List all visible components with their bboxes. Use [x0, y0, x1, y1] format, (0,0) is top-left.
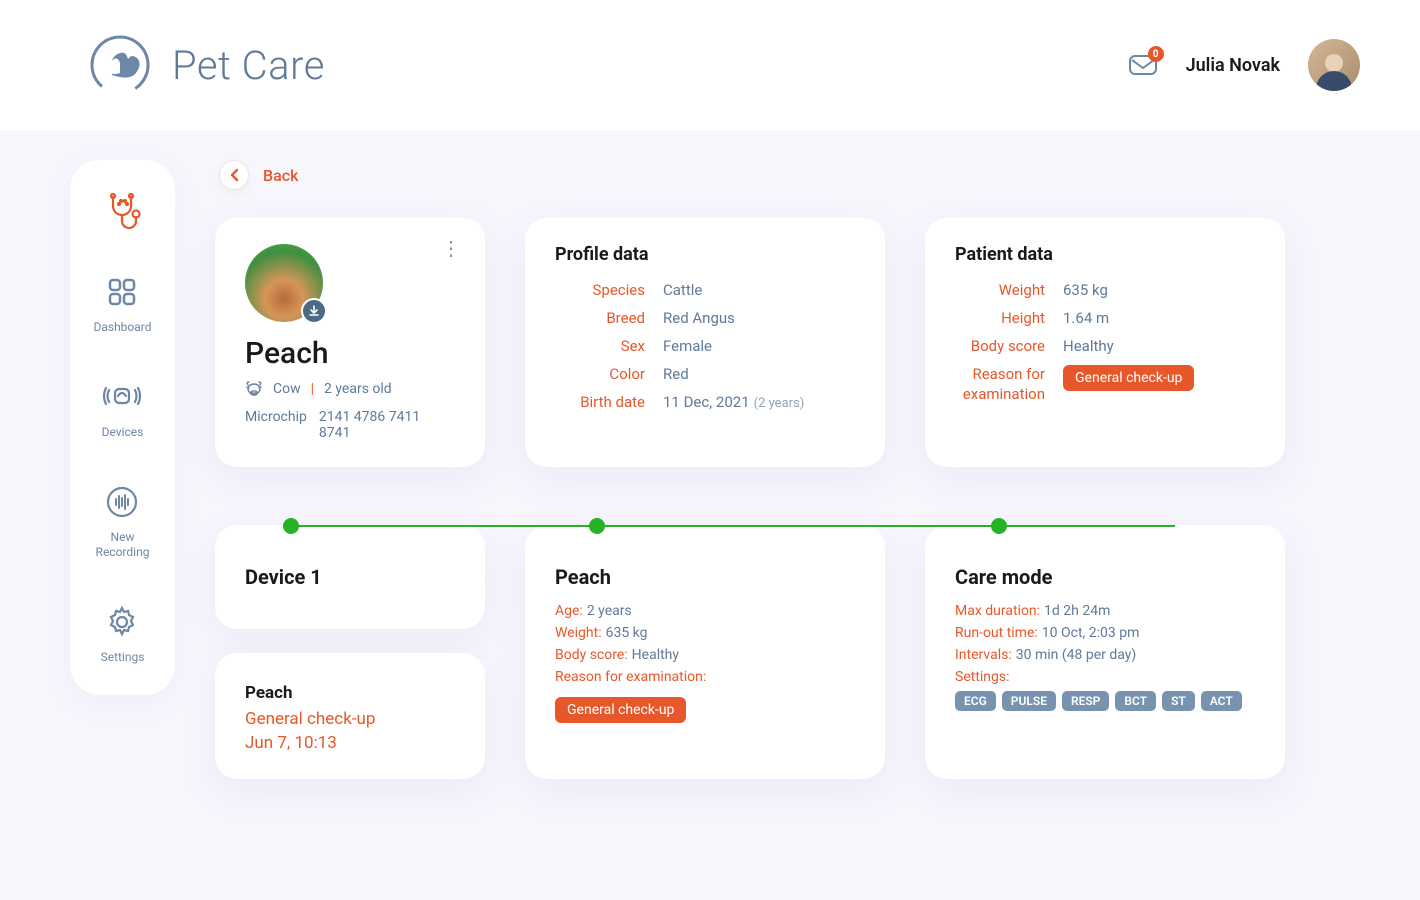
caremode-title: Care mode — [955, 565, 1255, 589]
pet-menu-button[interactable]: ⋮ — [441, 242, 461, 254]
brand: Pet Care — [90, 35, 325, 95]
timeline — [290, 525, 1175, 527]
username: Julia Novak — [1186, 55, 1280, 76]
devices-icon — [102, 377, 142, 417]
download-badge[interactable] — [301, 298, 327, 324]
sidebar-item-label: Dashboard — [93, 320, 151, 335]
download-icon — [308, 305, 320, 317]
chevron-left-icon — [229, 168, 239, 182]
caremode-card: Care mode Max duration:1d 2h 24m Run-out… — [925, 525, 1285, 779]
timeline-dot — [589, 518, 605, 534]
profile-k: Sex — [555, 337, 645, 355]
timeline-dot — [991, 518, 1007, 534]
mail-badge: 0 — [1148, 46, 1164, 62]
separator: | — [311, 381, 314, 397]
patient-card: Patient data Weight 635 kg Height 1.64 m B… — [925, 218, 1285, 467]
back-label[interactable]: Back — [263, 166, 298, 185]
summary-card: Peach Age:2 years Weight:635 kg Body sco… — [525, 525, 885, 779]
patient-v: Healthy — [1063, 337, 1114, 355]
appointment-dt: Jun 7, 10:13 — [245, 733, 455, 753]
device-title: Device 1 — [245, 565, 455, 589]
back-button[interactable] — [219, 160, 249, 190]
settings-chips: ECG PULSE RESP BCT ST ACT — [955, 691, 1255, 711]
sidebar-item-label: New Recording — [96, 530, 150, 560]
app-header: Pet Care 0 Julia Novak — [0, 0, 1420, 130]
pet-name: Peach — [245, 336, 455, 371]
chip: ECG — [955, 691, 996, 711]
chip: ST — [1162, 691, 1195, 711]
gear-icon — [102, 602, 142, 642]
profile-k: Species — [555, 281, 645, 299]
sidebar-item-label: Devices — [102, 425, 144, 440]
patient-v: 1.64 m — [1063, 309, 1109, 327]
reason-pill: General check-up — [555, 697, 686, 723]
profile-v: Red Angus — [663, 309, 735, 327]
profile-card: Profile data Species Cattle Breed Red Angu… — [525, 218, 885, 467]
reason-pill: General check-up — [1063, 365, 1194, 391]
pet-age: 2 years old — [324, 381, 392, 397]
profile-v: Red — [663, 365, 689, 383]
chip: RESP — [1062, 691, 1109, 711]
device-card: Device 1 — [215, 525, 485, 629]
brand-name: Pet Care — [172, 42, 325, 89]
patient-k: Height — [955, 309, 1045, 327]
profile-v: Female — [663, 337, 712, 355]
timeline-dot — [283, 518, 299, 534]
sidebar-item-new-recording[interactable]: New Recording — [96, 482, 150, 560]
profile-title: Profile data — [555, 244, 855, 265]
profile-k: Color — [555, 365, 645, 383]
pet-card: ⋮ Peach — [215, 218, 485, 467]
recording-icon — [102, 482, 142, 522]
patient-title: Patient data — [955, 244, 1255, 265]
sidebar-item-dashboard[interactable]: Dashboard — [93, 272, 151, 335]
sidebar-item-devices[interactable]: Devices — [102, 377, 144, 440]
patient-k: Weight — [955, 281, 1045, 299]
chip: ACT — [1201, 691, 1242, 711]
sidebar-item-exam[interactable] — [103, 190, 143, 230]
appointment-card[interactable]: Peach General check-up Jun 7, 10:13 — [215, 653, 485, 779]
chip: BCT — [1115, 691, 1156, 711]
patient-k: Reason for examination — [955, 365, 1045, 404]
microchip-label: Microchip — [245, 409, 307, 441]
patient-v: 635 kg — [1063, 281, 1108, 299]
profile-k: Breed — [555, 309, 645, 327]
profile-v: Cattle — [663, 281, 702, 299]
mail-button[interactable]: 0 — [1128, 52, 1158, 78]
summary-title: Peach — [555, 565, 855, 589]
patient-k: Body score — [955, 337, 1045, 355]
profile-k: Birth date — [555, 393, 645, 411]
sidebar: Dashboard Devices — [70, 160, 175, 695]
user-avatar[interactable] — [1308, 39, 1360, 91]
microchip-value: 2141 4786 7411 8741 — [319, 409, 455, 441]
appointment-reason: General check-up — [245, 709, 455, 729]
appointment-name: Peach — [245, 683, 455, 703]
sidebar-item-label: Settings — [101, 650, 145, 665]
chip: PULSE — [1002, 691, 1056, 711]
cow-icon — [245, 381, 263, 397]
profile-v: 11 Dec, 2021(2 years) — [663, 393, 804, 411]
sidebar-item-settings[interactable]: Settings — [101, 602, 145, 665]
dashboard-icon — [102, 272, 142, 312]
pet-kind: Cow — [273, 381, 301, 397]
stethoscope-icon — [103, 190, 143, 230]
brand-logo-icon — [90, 35, 150, 95]
